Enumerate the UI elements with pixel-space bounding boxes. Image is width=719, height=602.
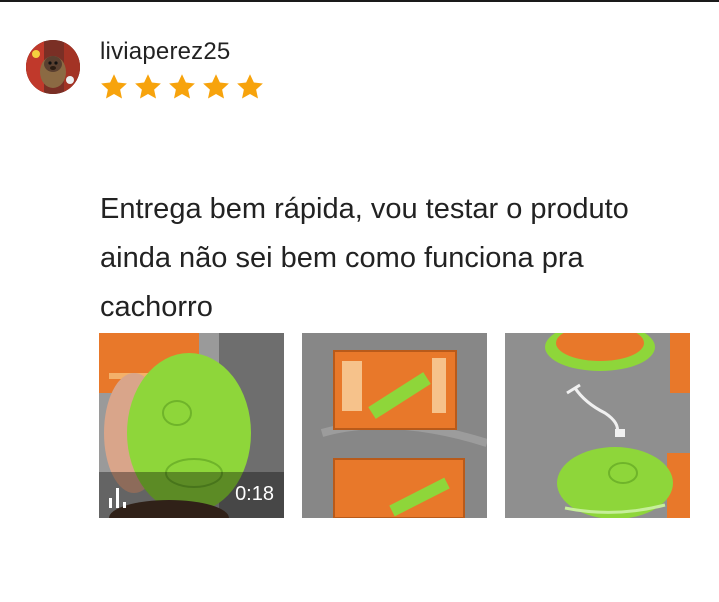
avatar[interactable] <box>26 40 80 94</box>
star-icon <box>203 74 229 99</box>
star-icon <box>169 74 195 99</box>
product-boxes-image <box>302 333 487 518</box>
star-icon <box>237 74 263 99</box>
star-icon <box>101 74 127 99</box>
star-icon <box>135 74 161 99</box>
product-parts-image <box>505 333 690 518</box>
video-info-bar: 0:18 <box>99 472 284 518</box>
media-thumb-image[interactable] <box>302 333 487 518</box>
media-gallery: 0:18 <box>99 333 690 518</box>
video-duration: 0:18 <box>235 483 274 505</box>
video-bars-icon <box>109 488 126 508</box>
review-text: Entrega bem rápida, vou testar o produto… <box>100 193 629 323</box>
avatar-photo <box>26 40 80 94</box>
top-divider <box>0 0 719 2</box>
media-thumb-image[interactable] <box>505 333 690 518</box>
username[interactable]: liviaperez25 <box>100 38 230 66</box>
rating-stars <box>99 72 265 102</box>
media-thumb-video[interactable]: 0:18 <box>99 333 284 518</box>
